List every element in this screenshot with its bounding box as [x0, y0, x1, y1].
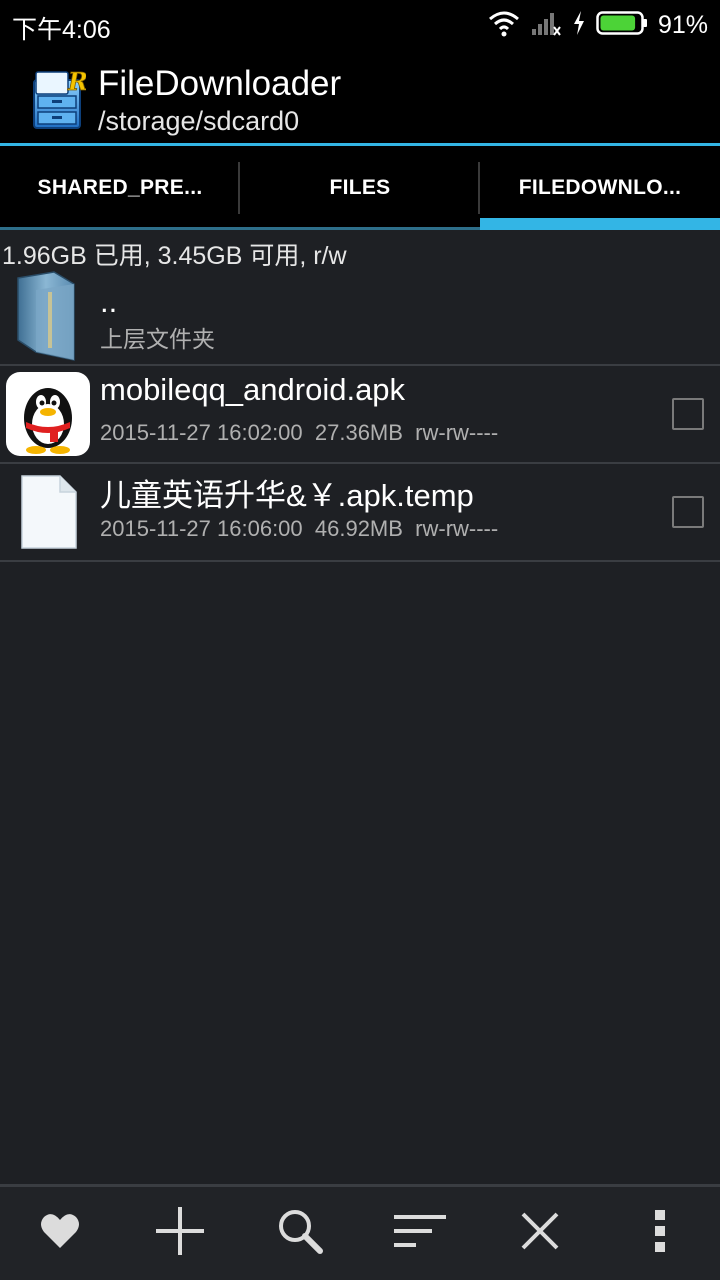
close-button[interactable] [480, 1187, 600, 1280]
file-meta: 2015-11-27 16:02:00 27.36MB rw-rw---- [100, 420, 499, 445]
tab-underline [0, 227, 240, 230]
wifi-icon [488, 9, 520, 42]
add-icon [156, 1207, 204, 1260]
battery-icon [596, 10, 648, 41]
heart-icon [40, 1212, 80, 1255]
close-icon [520, 1211, 560, 1256]
current-path: /storage/sdcard0 [98, 106, 300, 136]
list-divider [0, 560, 720, 562]
root-explorer-app-icon[interactable]: R [28, 66, 88, 130]
file-meta: 上层文件夹 [100, 326, 215, 352]
action-bar: R FileDownloader /storage/sdcard0 [0, 50, 720, 143]
signal-icon [530, 9, 562, 42]
search-icon [277, 1208, 323, 1259]
list-item-parent-folder[interactable]: .. 上层文件夹 [0, 266, 720, 366]
add-button[interactable] [120, 1187, 240, 1280]
overflow-menu-button[interactable] [600, 1187, 720, 1280]
favorites-button[interactable] [0, 1187, 120, 1280]
charging-icon [572, 10, 586, 41]
status-time: 下午4:06 [12, 16, 111, 44]
folder-title: FileDownloader [98, 64, 342, 103]
document-icon [20, 474, 78, 555]
search-button[interactable] [240, 1187, 360, 1280]
sort-icon [394, 1213, 446, 1254]
tab-label: SHARED_PRE... [37, 176, 203, 199]
file-name: 儿童英语升华&￥.apk.temp [100, 478, 474, 513]
tab-label: FILES [329, 176, 391, 199]
tab-files[interactable]: FILES [240, 146, 480, 230]
file-meta: 2015-11-27 16:06:00 46.92MB rw-rw---- [100, 516, 499, 541]
battery-percent: 91% [657, 10, 708, 39]
svg-text:R: R [67, 67, 86, 96]
status-bar: 下午4:06 91% [0, 0, 720, 50]
tab-shared-prefs[interactable]: SHARED_PRE... [0, 146, 240, 230]
file-name: mobileqq_android.apk [100, 372, 406, 407]
file-checkbox[interactable] [672, 496, 704, 528]
list-item-file[interactable]: mobileqq_android.apk 2015-11-27 16:02:00… [0, 366, 720, 462]
status-icons: 91% [488, 8, 708, 42]
tab-bar: SHARED_PRE... FILES FILEDOWNLO... [0, 146, 720, 230]
qq-penguin-icon [6, 372, 90, 461]
bottom-action-bar [0, 1184, 720, 1280]
folder-icon [14, 270, 78, 367]
file-name: .. [100, 284, 118, 319]
sort-button[interactable] [360, 1187, 480, 1280]
tab-underline [240, 227, 480, 230]
list-item-file[interactable]: 儿童英语升华&￥.apk.temp 2015-11-27 16:06:00 46… [0, 464, 720, 560]
file-checkbox[interactable] [672, 398, 704, 430]
tab-label: FILEDOWNLO... [518, 176, 682, 199]
tab-active-indicator [480, 218, 720, 230]
overflow-menu-icon [654, 1210, 666, 1257]
tab-filedownloader[interactable]: FILEDOWNLO... [480, 146, 720, 230]
